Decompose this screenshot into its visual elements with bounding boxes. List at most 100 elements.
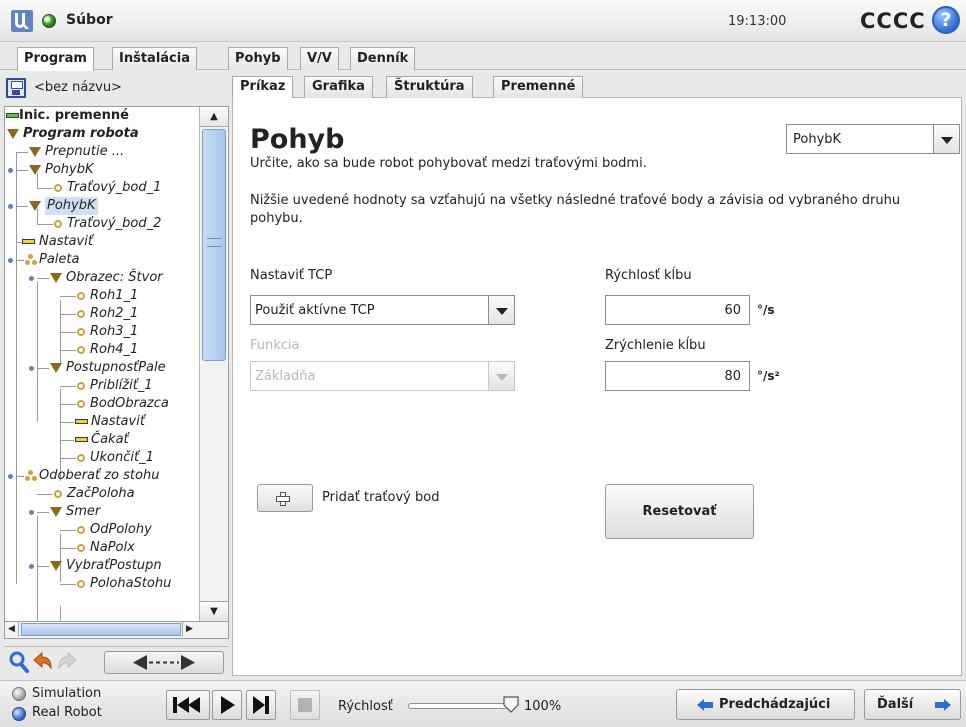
waypoint-icon [54,184,62,192]
play-icon [221,696,235,714]
stop-button[interactable] [290,690,320,720]
redo-icon[interactable] [56,650,78,674]
set-icon [22,239,35,244]
move-command-panel: Pohyb PohybK Určite, ako sa bude robot p… [232,98,962,676]
collapse-triangle-icon [7,129,19,139]
pallet-icon [25,470,37,482]
chevron-down-icon[interactable] [933,125,959,153]
tab-installation[interactable]: Inštalácia [112,47,197,70]
real-robot-radio[interactable] [12,707,26,721]
feature-dropdown-disabled: Základňa [250,361,515,391]
add-waypoint-button[interactable] [257,484,313,512]
waypoint-icon [77,454,85,462]
program-tree: Inic. premenné Program robota Prepnutie … [4,106,229,622]
waypoint-icon [77,328,85,336]
page-title: Pohyb [250,124,345,155]
collapse-triangle-icon [50,561,62,571]
joint-acceleration-input[interactable]: 80 [605,361,750,391]
scroll-up-arrow-icon[interactable]: ▲ [200,107,228,127]
tab-io[interactable]: V/V [300,47,339,70]
joint-acceleration-unit: °/s² [757,369,780,383]
tree-horizontal-scrollbar[interactable]: ◀ ▶ [4,622,229,639]
tab-move[interactable]: Pohyb [228,47,288,70]
chevron-down-icon[interactable] [488,296,514,324]
scroll-right-arrow-icon[interactable]: ▶ [182,622,196,637]
speed-slider-track[interactable] [408,703,508,709]
reset-button[interactable]: Resetovať [605,484,754,539]
help-icon[interactable]: ? [932,6,960,34]
tree-vertical-scrollbar[interactable]: ▲ ▼ [199,107,228,621]
waypoint-icon [54,220,62,228]
waypoint-icon [54,490,62,498]
speed-label: Rýchlosť [338,699,393,714]
previous-label: Predchádzajúci [719,697,831,712]
play-button[interactable] [212,690,242,720]
file-menu[interactable]: Súbor [66,12,113,28]
move-type-dropdown[interactable]: PohybK [786,124,960,154]
speed-value: 100% [524,699,562,714]
set-icon [75,419,88,424]
search-icon[interactable] [8,650,30,674]
speed-slider-thumb[interactable] [502,695,520,713]
scroll-thumb[interactable] [202,129,226,361]
robot-status-icon [42,14,56,28]
move-arrows-icon [133,655,195,670]
collapse-triangle-icon [29,147,41,157]
waypoint-icon [77,346,85,354]
main-tab-bar: Program Inštalácia Pohyb V/V Denník [0,43,966,71]
previous-button[interactable]: Predchádzajúci [676,689,855,720]
tcp-dropdown[interactable]: Použiť aktívne TCP [250,295,515,325]
program-header: <bez názvu> [4,74,229,102]
joint-speed-label: Rýchlosť kĺbu [605,268,692,283]
move-note: Nižšie uvedené hodnoty sa vzťahujú na vš… [250,193,901,226]
tab-log[interactable]: Denník [350,47,416,70]
joint-speed-input[interactable]: 60 [605,295,750,325]
waypoint-icon [77,382,85,390]
tree-item-movej-2-selected[interactable]: PohybK [5,197,199,215]
feature-value: Základňa [255,369,316,384]
next-label: Ďalší [877,697,914,712]
title-bar: Súbor 19:13:00 CCCC ? [0,0,966,42]
clock: 19:13:00 [728,14,787,29]
waypoint-icon [77,310,85,318]
tab-graphics[interactable]: Grafika [304,76,373,98]
tab-variables[interactable]: Premenné [493,76,584,98]
next-button[interactable]: Ďalší [864,689,961,720]
tab-command[interactable]: Príkaz [232,76,294,99]
waypoint-icon [77,544,85,552]
chevron-down-icon [488,362,514,390]
waypoint-icon [77,580,85,588]
joint-speed-unit: °/s [757,303,775,317]
simulation-radio[interactable] [12,687,26,701]
tree-toolbar [4,646,229,676]
tcp-label: Nastaviť TCP [250,268,333,283]
universal-robots-logo [11,10,33,32]
waypoint-icon [77,400,85,408]
waypoint-icon [77,292,85,300]
scroll-thumb[interactable] [21,623,181,636]
rewind-icon [173,697,200,713]
undo-icon[interactable] [32,650,54,674]
tab-structure[interactable]: Štruktúra [386,76,473,98]
collapse-triangle-icon [50,273,62,283]
arrow-right-icon [935,699,951,711]
simulation-label: Simulation [32,686,102,701]
joint-acceleration-value: 80 [724,369,741,384]
waypoint-icon [77,526,85,534]
move-node-button[interactable] [104,651,224,674]
scroll-left-arrow-icon[interactable]: ◀ [5,622,19,637]
robot-name: CCCC [860,9,926,33]
collapse-triangle-icon [29,165,41,175]
save-icon[interactable] [6,78,26,98]
collapse-triangle-icon [50,363,62,373]
tcp-value: Použiť aktívne TCP [255,303,375,318]
rewind-button[interactable] [166,690,210,720]
step-button[interactable] [246,690,276,720]
arrow-left-icon [697,699,713,711]
collapse-triangle-icon [50,507,62,517]
pallet-icon [25,254,37,266]
scroll-down-arrow-icon[interactable]: ▼ [200,601,228,621]
tab-program[interactable]: Program [17,47,94,71]
collapse-triangle-icon [29,201,41,211]
stop-icon [298,698,312,712]
